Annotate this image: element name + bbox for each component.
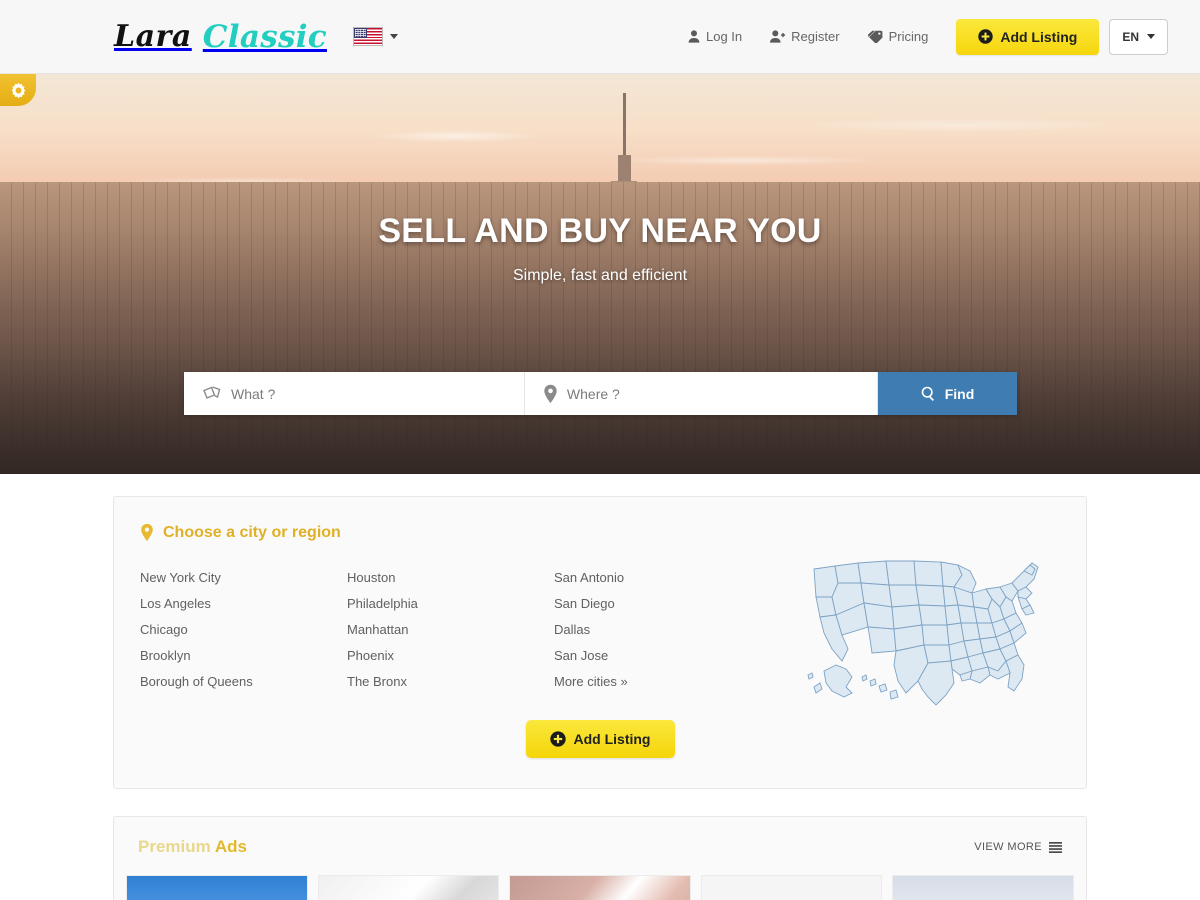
city-link[interactable]: The Bronx <box>347 668 554 694</box>
more-cities-link[interactable]: More cities » <box>554 668 761 694</box>
add-listing-button-main[interactable]: Add Listing <box>525 720 675 758</box>
view-more-label: VIEW MORE <box>974 841 1042 853</box>
chevron-down-icon <box>389 34 398 39</box>
city-link[interactable]: San Jose <box>554 642 761 668</box>
page-root: Lara Classic Log In Register Pricing Add… <box>0 0 1200 900</box>
plus-circle-icon <box>978 29 994 44</box>
city-link[interactable]: Chicago <box>140 616 347 642</box>
city-link[interactable]: New York City <box>140 564 347 590</box>
nav-item-register[interactable]: Register <box>756 29 853 44</box>
city-column-2: Houston Philadelphia Manhattan Phoenix T… <box>347 564 554 694</box>
premium-ads-title: Premium Ads <box>138 837 247 857</box>
search-what-input[interactable] <box>231 385 506 402</box>
premium-ads-grid <box>114 875 1086 900</box>
city-link[interactable]: Phoenix <box>347 642 554 668</box>
ad-card[interactable] <box>317 875 500 900</box>
ad-card[interactable] <box>892 875 1074 900</box>
ad-thumbnail <box>127 876 307 900</box>
premium-ads-header: Premium Ads VIEW MORE <box>114 817 1086 875</box>
city-link[interactable]: Brooklyn <box>140 642 347 668</box>
plus-circle-icon <box>549 731 566 747</box>
site-logo[interactable]: Lara Classic <box>114 19 327 55</box>
search-where-input[interactable] <box>566 385 859 402</box>
search-bar: Find <box>184 372 1017 415</box>
add-listing-cta-wrap: Add Listing <box>140 720 1060 758</box>
nav-label: Log In <box>706 29 743 44</box>
ad-card[interactable] <box>126 875 308 900</box>
hero-content: SELL AND BUY NEAR YOU Simple, fast and e… <box>0 212 1200 285</box>
city-link[interactable]: Los Angeles <box>140 590 347 616</box>
city-link[interactable]: San Diego <box>554 590 761 616</box>
choose-city-title: Choose a city or region <box>140 523 1060 542</box>
language-selector[interactable]: EN <box>1109 18 1168 55</box>
hero-banner: SELL AND BUY NEAR YOU Simple, fast and e… <box>0 74 1200 474</box>
city-link[interactable]: Manhattan <box>347 616 554 642</box>
nav-label: Pricing <box>888 29 929 44</box>
ad-thumbnail <box>701 876 882 900</box>
city-column-3: San Antonio San Diego Dallas San Jose Mo… <box>554 564 761 694</box>
map-pin-icon <box>544 384 557 403</box>
add-listing-button[interactable]: Add Listing <box>956 18 1100 55</box>
nav-item-login[interactable]: Log In <box>674 29 756 44</box>
list-icon <box>1049 841 1062 853</box>
premium-title-part2: Ads <box>214 837 247 856</box>
user-icon <box>688 30 700 43</box>
premium-ads-card: Premium Ads VIEW MORE <box>113 816 1087 900</box>
logo-text-secondary: Classic <box>202 18 327 55</box>
ad-card[interactable] <box>509 875 691 900</box>
city-link[interactable]: Houston <box>347 564 554 590</box>
main-content: Choose a city or region New York City Lo… <box>0 496 1200 900</box>
us-flag-icon <box>352 27 383 46</box>
choose-city-card: Choose a city or region New York City Lo… <box>113 496 1087 789</box>
city-link[interactable]: Philadelphia <box>347 590 554 616</box>
language-label: EN <box>1122 29 1139 44</box>
logo-text-primary: Lara <box>114 19 192 54</box>
find-label: Find <box>944 385 975 402</box>
user-plus-icon <box>770 30 786 43</box>
ad-thumbnail <box>510 876 690 900</box>
search-icon <box>921 386 934 401</box>
card-title-label: Choose a city or region <box>163 523 341 541</box>
header-nav: Log In Register Pricing Add Listing EN <box>674 18 1168 55</box>
nav-label: Register <box>791 29 840 44</box>
view-more-link[interactable]: VIEW MORE <box>974 841 1062 853</box>
city-link[interactable]: Dallas <box>554 616 761 642</box>
map-pin-icon <box>141 523 153 541</box>
site-header: Lara Classic Log In Register Pricing Add… <box>0 0 1200 74</box>
ad-card[interactable] <box>700 875 883 900</box>
gear-icon <box>11 82 25 98</box>
tag-icon <box>867 30 882 43</box>
search-what-field[interactable] <box>184 372 525 415</box>
search-where-field[interactable] <box>524 372 878 415</box>
nav-item-pricing[interactable]: Pricing <box>854 29 943 44</box>
add-listing-label: Add Listing <box>573 731 651 747</box>
cards-icon <box>203 385 221 399</box>
hero-title: SELL AND BUY NEAR YOU <box>378 212 822 250</box>
hero-subtitle: Simple, fast and efficient <box>512 267 688 284</box>
ad-thumbnail <box>893 876 1073 900</box>
city-link[interactable]: Borough of Queens <box>140 668 347 694</box>
ad-thumbnail <box>318 876 499 900</box>
country-selector[interactable] <box>352 27 398 46</box>
premium-title-part1: Premium <box>138 837 211 856</box>
find-button[interactable]: Find <box>878 372 1017 415</box>
chevron-down-icon <box>1147 34 1155 39</box>
add-listing-label: Add Listing <box>1000 28 1078 45</box>
usa-map <box>802 553 1052 713</box>
city-column-1: New York City Los Angeles Chicago Brookl… <box>140 564 347 694</box>
city-link[interactable]: San Antonio <box>554 564 761 590</box>
